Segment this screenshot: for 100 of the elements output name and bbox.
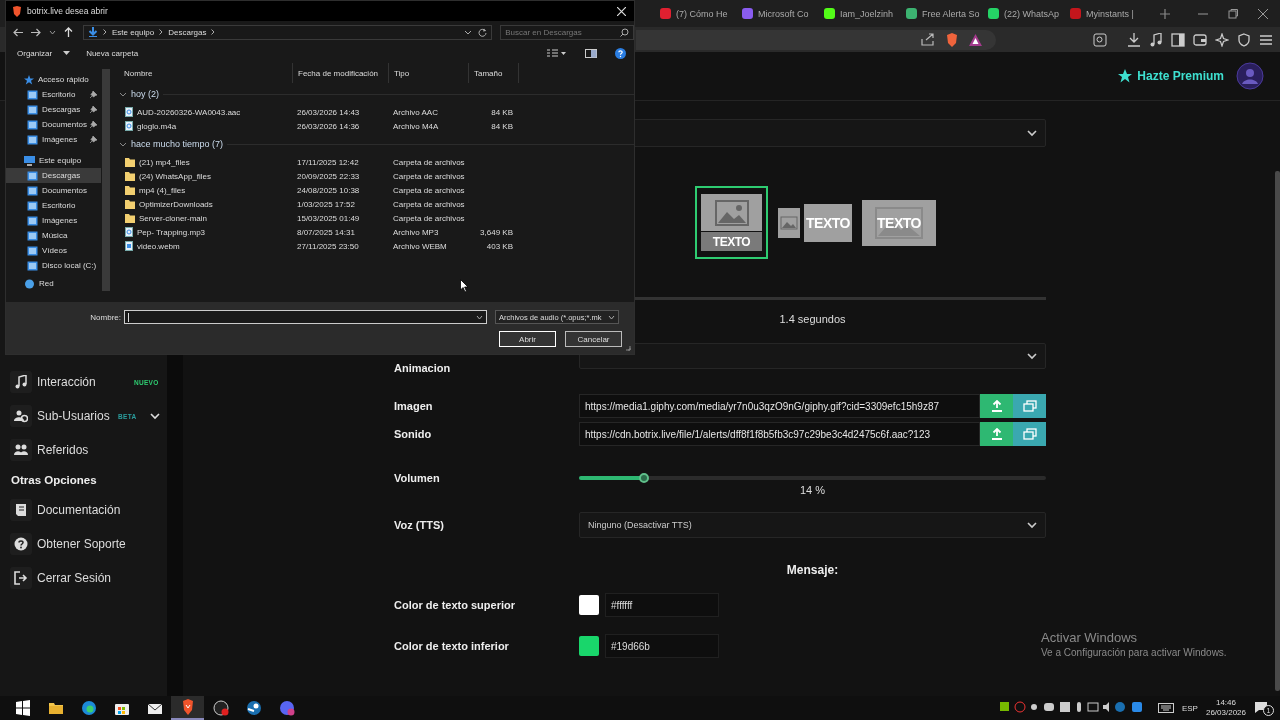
music-note-icon[interactable] xyxy=(1149,32,1163,47)
nav-item[interactable]: Documentos xyxy=(6,183,101,198)
filename-field[interactable] xyxy=(124,310,487,324)
browser-tab[interactable]: (7) Cómo He xyxy=(656,2,736,25)
open-button[interactable]: Abrir xyxy=(499,331,556,347)
cancel-button[interactable]: Cancelar xyxy=(565,331,622,347)
column-header[interactable]: Tamaño xyxy=(469,63,519,83)
file-name[interactable]: (21) mp4_files xyxy=(139,157,190,167)
refresh-icon[interactable] xyxy=(478,27,488,37)
nav-item[interactable]: Imágenes xyxy=(6,213,101,228)
preview-pane-icon[interactable] xyxy=(585,48,597,58)
column-header[interactable]: Nombre xyxy=(119,63,293,83)
chevron-right-icon[interactable] xyxy=(102,29,107,35)
sparkle-icon[interactable] xyxy=(1215,32,1229,47)
file-name[interactable]: Pep- Trapping.mp3 xyxy=(137,227,206,237)
chevron-down-icon[interactable] xyxy=(464,29,473,35)
color-swatch[interactable] xyxy=(579,636,599,656)
close-icon[interactable] xyxy=(1258,8,1268,19)
nav-item[interactable]: Acceso rápido xyxy=(6,72,101,87)
up-arrow-icon[interactable] xyxy=(63,27,73,37)
sidebar-link[interactable]: Documentación xyxy=(37,503,121,517)
scrollbar[interactable] xyxy=(102,69,110,291)
nav-item[interactable]: Escritorio xyxy=(6,198,101,213)
help-icon[interactable] xyxy=(615,47,626,59)
url-field[interactable]: https://media1.giphy.com/media/yr7n0u3qzO9nG/giphy.gif?cid=3309efc15h9z87 xyxy=(579,394,980,418)
upload-button[interactable] xyxy=(980,394,1013,418)
forward-arrow-icon[interactable] xyxy=(31,27,41,37)
file-name[interactable]: video.webm xyxy=(137,241,180,251)
scrollbar[interactable] xyxy=(1275,171,1280,691)
triangle-icon[interactable] xyxy=(969,33,982,46)
audio-file-icon xyxy=(125,227,133,237)
nav-item[interactable]: Descargas xyxy=(6,168,101,183)
browser-tab[interactable]: Microsoft Co xyxy=(738,2,818,25)
sidebar-link[interactable]: Referidos xyxy=(37,443,89,457)
language-indicator[interactable]: ESP xyxy=(1181,703,1198,713)
browser-tab[interactable]: Free Alerta So xyxy=(902,2,982,25)
restore-icon[interactable] xyxy=(1228,8,1238,19)
chevron-down-icon[interactable] xyxy=(476,314,483,320)
url-field[interactable]: https://cdn.botrix.live/file/1/alerts/dff8f1f8b5fb3c97c29be3c4d2475c6f.aac?123 xyxy=(579,422,980,446)
organize-button[interactable]: Organizar xyxy=(14,48,74,58)
sidebar-icon[interactable] xyxy=(1171,32,1185,47)
sidebar-link[interactable]: Obtener Soporte xyxy=(37,537,126,551)
nav-item[interactable]: Escritorio xyxy=(6,87,101,102)
color-field[interactable]: #19d66b xyxy=(605,634,719,658)
column-header[interactable]: Tipo xyxy=(389,63,469,83)
address-bar[interactable]: Este equipo Descargas xyxy=(82,24,493,40)
file-name[interactable]: mp4 (4)_files xyxy=(139,185,186,195)
search-field[interactable]: Buscar en Descargas xyxy=(500,24,634,40)
file-name[interactable]: Server-cloner-main xyxy=(139,213,208,223)
volume-slider[interactable] xyxy=(579,472,1046,484)
voice-dropdown[interactable]: Ninguno (Desactivar TTS) xyxy=(579,512,1046,538)
wallet-icon[interactable] xyxy=(1193,32,1207,47)
sidebar-link[interactable]: Sub-Usuarios xyxy=(37,409,110,423)
file-name[interactable]: gloglo.m4a xyxy=(137,121,177,131)
chevron-right-icon[interactable] xyxy=(159,29,164,35)
caret-icon[interactable] xyxy=(48,29,56,35)
nav-item[interactable]: Red xyxy=(6,276,101,291)
clock-time[interactable]: 14:46 xyxy=(1215,698,1236,708)
lion-shield-icon[interactable] xyxy=(945,32,959,47)
browser-tab[interactable]: (22) WhatsAp xyxy=(984,2,1064,25)
breadcrumb[interactable]: Este equipo xyxy=(111,27,155,37)
file-name[interactable]: (24) WhatsApp_files xyxy=(139,171,212,181)
group-heading[interactable]: hoy (2) xyxy=(131,89,159,99)
breadcrumb[interactable]: Descargas xyxy=(168,27,207,37)
column-header[interactable]: Fecha de modificación xyxy=(293,63,389,83)
group-heading[interactable]: hace mucho tiempo (7) xyxy=(131,139,224,149)
avatar-icon[interactable] xyxy=(1236,62,1264,90)
color-field[interactable]: #ffffff xyxy=(605,593,719,617)
file-name[interactable]: OptimizerDownloads xyxy=(139,199,213,209)
resize-grip-icon[interactable] xyxy=(625,345,631,351)
nav-item[interactable]: Descargas xyxy=(6,102,101,117)
clock-date[interactable]: 26/03/2026 xyxy=(1205,708,1246,718)
browser-tab[interactable]: Iam_Joelzinh xyxy=(820,2,900,25)
nav-item[interactable]: Este equipo xyxy=(6,153,101,168)
sidebar-link[interactable]: Cerrar Sesión xyxy=(37,571,112,585)
file-name[interactable]: AUD-20260326-WA0043.aac xyxy=(137,107,241,117)
sidebar-link[interactable]: Interacción xyxy=(37,375,96,389)
nav-item[interactable]: Disco local (C:) xyxy=(6,258,101,273)
nav-item[interactable]: Imágenes xyxy=(6,132,101,147)
new-tab-icon[interactable] xyxy=(1160,8,1170,19)
chevron-right-icon[interactable] xyxy=(211,29,216,35)
back-arrow-icon[interactable] xyxy=(13,27,23,37)
download-icon[interactable] xyxy=(1127,32,1141,47)
keyboard-icon[interactable] xyxy=(1157,703,1174,713)
new-folder-button[interactable]: Nueva carpeta xyxy=(83,48,142,58)
share-icon[interactable] xyxy=(921,33,935,46)
nav-item[interactable]: Música xyxy=(6,228,101,243)
layout-option[interactable]: TEXTO xyxy=(695,186,768,259)
color-swatch[interactable] xyxy=(579,595,599,615)
browser-tab[interactable]: Myinstants | xyxy=(1066,2,1146,25)
premium-link[interactable]: Hazte Premium xyxy=(1118,69,1224,83)
upload-button[interactable] xyxy=(980,422,1013,446)
view-options-icon[interactable] xyxy=(547,48,567,58)
dropdown-field[interactable] xyxy=(579,343,1046,369)
menu-icon[interactable] xyxy=(1259,32,1273,47)
nav-item[interactable]: Vídeos xyxy=(6,243,101,258)
nav-item[interactable]: Documentos xyxy=(6,117,101,132)
search-icon[interactable] xyxy=(1093,32,1107,47)
slider-thumb[interactable] xyxy=(639,473,650,483)
shield-icon[interactable] xyxy=(1237,32,1251,47)
